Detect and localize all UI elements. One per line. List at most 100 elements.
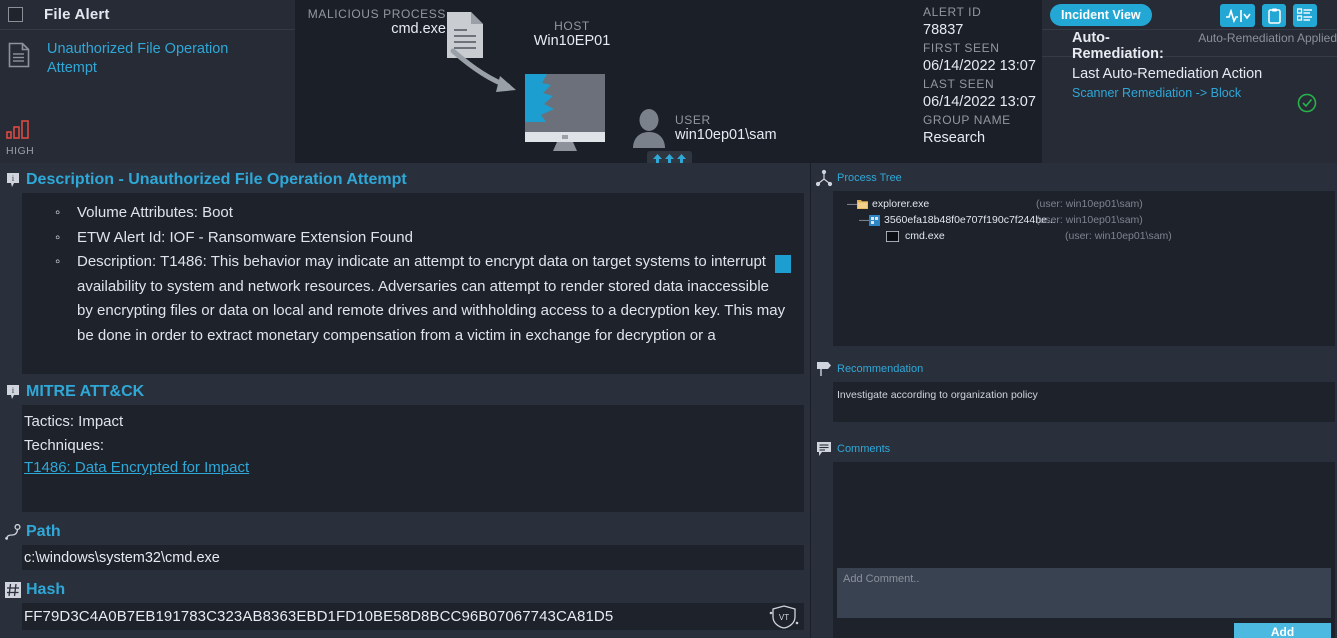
description-list: Volume Attributes: Boot ETW Alert Id: IO… <box>22 193 804 348</box>
malicious-process-caption: MALICIOUS PROCESS <box>307 7 446 21</box>
mitre-title: MITRE ATT&CK <box>26 383 145 400</box>
process-name: explorer.exe <box>872 198 930 210</box>
host-block: HOST Win10EP01 <box>517 19 627 49</box>
last-seen-caption: LAST SEEN <box>923 77 995 91</box>
host-monitor-icon[interactable] <box>523 72 607 157</box>
path-title: Path <box>26 523 61 540</box>
alert-metadata-column: ALERT ID 78837 FIRST SEEN 06/14/2022 13:… <box>845 0 1042 163</box>
process-tree-row[interactable]: — explorer.exe (user: win10ep01\sam) <box>833 197 1335 211</box>
user-caption: USER <box>675 113 711 127</box>
path-panel: c:\windows\system32\cmd.exe <box>22 545 804 570</box>
auto-remediation-key: Auto-Remediation: <box>1072 30 1164 62</box>
incident-view-button[interactable]: Incident View <box>1050 3 1152 26</box>
last-remediation-action-link[interactable]: Scanner Remediation -> Block <box>1042 82 1337 100</box>
malicious-process-block: MALICIOUS PROCESS cmd.exe <box>304 7 446 37</box>
activity-timeline-button[interactable] <box>1220 4 1255 27</box>
attack-graph: MALICIOUS PROCESS cmd.exe HOST Win10EP01 <box>295 0 845 166</box>
svg-text:VT: VT <box>779 613 789 622</box>
path-value: c:\windows\system32\cmd.exe <box>24 549 220 566</box>
first-seen-value: 06/14/2022 13:07 <box>923 58 1036 74</box>
alert-header: File Alert Unauthorized File Operation A… <box>0 0 1337 166</box>
comments-panel: Add <box>833 462 1335 638</box>
process-tree-row[interactable]: cmd.exe (user: win10ep01\sam) <box>833 229 1335 243</box>
group-name-value: Research <box>923 130 986 146</box>
alert-id-caption: ALERT ID <box>923 5 982 19</box>
clipboard-button[interactable] <box>1262 4 1286 27</box>
alert-id-value: 78837 <box>923 22 964 38</box>
comments-list <box>837 466 1331 568</box>
recommendation-title: Recommendation <box>837 363 924 375</box>
mitre-technique-link[interactable]: T1486: Data Encrypted for Impact <box>24 459 249 476</box>
expander-icon[interactable]: — <box>859 214 870 226</box>
auto-remediation-value: Auto-Remediation Applied <box>1198 31 1337 45</box>
severity-label: HIGH <box>6 145 35 157</box>
process-tree-row[interactable]: — 3560efa18b48f0e707f190c7f244be... (use… <box>833 213 1335 227</box>
mitre-panel: Tactics: Impact Techniques: T1486: Data … <box>22 405 804 512</box>
mitre-techniques-label: Techniques: <box>24 437 105 454</box>
first-seen-caption: FIRST SEEN <box>923 41 1000 55</box>
host-caption: HOST <box>554 19 590 33</box>
alert-details-right-pane: Process Tree — explorer.exe (user: win10… <box>810 163 1337 638</box>
expander-icon[interactable]: — <box>847 198 858 210</box>
comment-bubble-icon <box>815 440 833 458</box>
hash-title: Hash <box>26 581 66 598</box>
virustotal-badge[interactable]: VT <box>768 605 800 634</box>
malicious-process-value: cmd.exe <box>391 21 446 37</box>
alert-details-body: i Description - Unauthorized File Operat… <box>0 163 1337 638</box>
alert-details-left-pane: i Description - Unauthorized File Operat… <box>0 163 810 638</box>
alert-select-checkbox[interactable] <box>8 7 23 22</box>
info-bubble-icon: i <box>4 171 22 189</box>
path-section-header: Path <box>0 519 810 545</box>
alert-name-row: Unauthorized File Operation Attempt <box>0 30 295 78</box>
add-comment-button[interactable]: Add <box>1234 623 1331 638</box>
alert-summary-column: File Alert Unauthorized File Operation A… <box>0 0 295 163</box>
console-icon <box>886 230 899 242</box>
folder-icon <box>857 199 868 210</box>
mitre-tactics: Tactics: Impact <box>24 413 124 430</box>
description-panel: Volume Attributes: Boot ETW Alert Id: IO… <box>22 193 804 374</box>
user-avatar-icon <box>631 108 667 153</box>
process-name: 3560efa18b48f0e707f190c7f244be... <box>884 214 1056 226</box>
group-name-caption: GROUP NAME <box>923 113 1011 127</box>
remediation-toolbar: Incident View <box>1042 0 1337 30</box>
description-title: Description - Unauthorized File Operatio… <box>26 171 407 188</box>
add-comment-row: Add <box>837 618 1331 638</box>
alert-type-label: File Alert <box>44 6 110 23</box>
remediation-column: Incident View Auto-Remediation: Auto-Rem… <box>1042 0 1337 163</box>
process-tree-title: Process Tree <box>837 172 902 184</box>
severity-indicator: HIGH <box>6 119 34 157</box>
process-tree-panel: — explorer.exe (user: win10ep01\sam) — 3… <box>833 191 1335 346</box>
attack-arrow-icon <box>450 48 516 92</box>
description-scrollbar-thumb[interactable] <box>775 255 791 273</box>
mitre-section-header: i MITRE ATT&CK <box>0 379 810 405</box>
recommendation-text: Investigate according to organization po… <box>837 389 1038 401</box>
description-item: Volume Attributes: Boot <box>55 201 787 226</box>
app-icon <box>869 214 880 226</box>
process-user: (user: win10ep01\sam) <box>1065 230 1172 242</box>
host-value: Win10EP01 <box>533 33 611 49</box>
process-tree-section-header: Process Tree <box>811 165 1337 191</box>
list-view-button[interactable] <box>1293 4 1317 27</box>
auto-remediation-row: Auto-Remediation: Auto-Remediation Appli… <box>1042 30 1337 62</box>
description-section-header: i Description - Unauthorized File Operat… <box>0 167 810 193</box>
process-name: cmd.exe <box>905 230 945 242</box>
comments-title: Comments <box>837 443 891 455</box>
user-block: USER win10ep01\sam <box>675 113 777 143</box>
last-seen-value: 06/14/2022 13:07 <box>923 94 1036 110</box>
hash-panel: FF79D3C4A0B7EB191783C323AB8363EBD1FD10BE… <box>22 603 804 630</box>
recommendation-panel: Investigate according to organization po… <box>833 382 1335 422</box>
add-comment-input[interactable] <box>837 568 1331 618</box>
hash-section-header: Hash <box>0 577 810 603</box>
comments-section-header: Comments <box>811 436 1337 462</box>
alert-name-link[interactable]: Unauthorized File Operation Attempt <box>47 40 237 78</box>
info-bubble-icon: i <box>4 383 22 401</box>
recommendation-section-header: Recommendation <box>811 356 1337 382</box>
process-user: (user: win10ep01\sam) <box>1036 214 1143 226</box>
process-user: (user: win10ep01\sam) <box>1036 198 1143 210</box>
hash-icon <box>4 581 22 599</box>
process-tree-icon <box>815 169 833 187</box>
remediation-success-icon <box>1297 93 1317 118</box>
header-icon-group <box>1220 4 1317 27</box>
severity-bars-icon <box>6 120 29 139</box>
user-value: win10ep01\sam <box>675 127 777 143</box>
